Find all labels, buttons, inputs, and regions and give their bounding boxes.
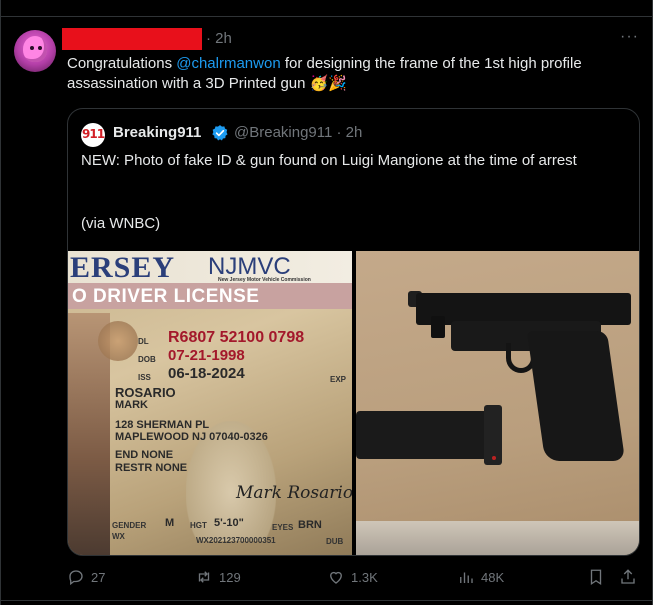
- gun-image[interactable]: [356, 251, 639, 555]
- license-wx: WX: [112, 532, 125, 541]
- bookmark-button[interactable]: [587, 568, 605, 586]
- more-options-button[interactable]: ···: [620, 28, 639, 46]
- gun-rail: [431, 316, 445, 338]
- license-restr: RESTR NONE: [115, 462, 188, 474]
- like-button[interactable]: 1.3K: [327, 568, 378, 586]
- post-text: Congratulations @chalrmanwon for designi…: [67, 54, 637, 94]
- quote-author-name[interactable]: Breaking911: [113, 124, 201, 141]
- gun-magazine-dot: [492, 456, 496, 460]
- evidence-bag: [356, 521, 639, 555]
- verified-badge-icon: [212, 125, 228, 141]
- dob-label: DOB: [138, 355, 156, 364]
- quote-via: (via WNBC): [81, 215, 161, 232]
- quote-handle-time[interactable]: @Breaking911 · 2h: [234, 124, 362, 141]
- avatar-eye: [38, 46, 42, 50]
- heart-icon: [330, 571, 342, 584]
- exp-label: EXP: [330, 375, 347, 384]
- dob-value: 07-21-1998: [168, 347, 245, 364]
- mention-link[interactable]: @chalrmanwon: [176, 55, 280, 72]
- iss-label: ISS: [138, 373, 151, 382]
- gun-grip: [526, 331, 626, 461]
- hgt-label: HGT: [190, 521, 207, 530]
- views-button[interactable]: 48K: [457, 568, 504, 586]
- dl-number: R6807 52100 0798: [168, 329, 305, 346]
- license-signature: Mark Rosario: [236, 483, 352, 503]
- license-end: END NONE: [115, 449, 174, 461]
- license-doc-number: WX202123700000351: [196, 536, 276, 545]
- reply-count: 27: [91, 569, 106, 585]
- views-count: 48K: [481, 569, 505, 585]
- license-address-2: MAPLEWOOD NJ 07040-0326: [115, 431, 268, 443]
- gun-magazine: [356, 411, 496, 459]
- redacted-username: [62, 28, 202, 50]
- repost-count: 129: [219, 569, 241, 585]
- like-count: 1.3K: [351, 569, 378, 585]
- repost-button[interactable]: 129: [195, 568, 241, 586]
- reply-icon: [69, 570, 83, 586]
- eyes-value: BRN: [298, 519, 322, 531]
- eyes-label: EYES: [272, 523, 294, 532]
- gender-value: M: [165, 517, 175, 529]
- license-state: ERSEY: [70, 251, 176, 284]
- license-last-name: ROSARIO: [115, 385, 176, 400]
- top-divider: [0, 16, 653, 17]
- gender-label: GENDER: [112, 521, 147, 530]
- reply-button[interactable]: 27: [67, 568, 105, 586]
- license-first-name: MARK: [115, 399, 148, 411]
- license-dub: DUB: [326, 537, 344, 546]
- views-icon: [460, 572, 473, 583]
- bottom-divider: [0, 600, 653, 601]
- avatar[interactable]: [14, 30, 56, 72]
- share-button[interactable]: [619, 568, 637, 586]
- avatar-face: [23, 36, 47, 62]
- avatar-eye: [30, 46, 34, 50]
- hgt-value: 5'-10": [214, 517, 244, 529]
- quote-avatar[interactable]: 911: [81, 123, 105, 147]
- bookmark-icon: [590, 569, 602, 586]
- post-text-start: Congratulations: [67, 55, 177, 72]
- action-bar: 27 129 1.3K 48K: [67, 568, 642, 588]
- license-seal: [98, 321, 138, 361]
- quote-avatar-logo: 911: [82, 127, 105, 141]
- quote-text: NEW: Photo of fake ID & gun found on Lui…: [81, 152, 577, 169]
- quoted-post[interactable]: 911 Breaking911 @Breaking911 · 2h NEW: P…: [67, 108, 640, 556]
- post-time-value[interactable]: 2h: [215, 30, 232, 47]
- license-address-1: 128 SHERMAN PL: [115, 419, 210, 431]
- license-bar-text: O DRIVER LICENSE: [72, 286, 260, 307]
- iss-value: 06-18-2024: [168, 365, 245, 382]
- share-icon: [621, 569, 635, 584]
- dl-label: DL: [138, 337, 149, 346]
- quote-media[interactable]: ERSEY NJMVC New Jersey Motor Vehicle Com…: [68, 251, 639, 555]
- post-time[interactable]: · 2h: [206, 30, 232, 47]
- drivers-license-image[interactable]: ERSEY NJMVC New Jersey Motor Vehicle Com…: [68, 251, 352, 555]
- repost-icon: [198, 571, 210, 583]
